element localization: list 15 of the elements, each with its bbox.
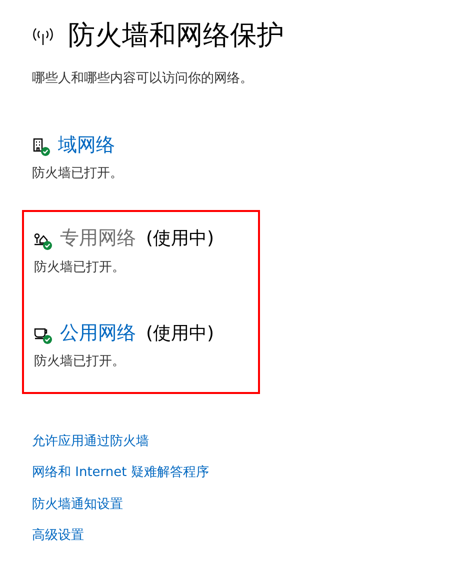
wifi-signal-icon — [32, 27, 54, 46]
settings-link[interactable]: 高级设置 — [32, 526, 458, 546]
network-link[interactable]: 公用网络 — [60, 318, 136, 348]
settings-link[interactable]: 网络和 Internet 疑难解答程序 — [32, 463, 458, 482]
page-subtitle: 哪些人和哪些内容可以访问你的网络。 — [32, 70, 254, 88]
settings-link[interactable]: 防火墙通知设置 — [32, 494, 458, 514]
page-title: 防火墙和网络保护 — [68, 19, 284, 53]
firewall-status: 防火墙已打开。 — [34, 258, 126, 276]
in-use-label: (使用中) — [146, 227, 214, 251]
in-use-label: (使用中) — [146, 322, 214, 346]
firewall-status: 防火墙已打开。 — [32, 165, 124, 183]
network-link[interactable]: 域网络 — [58, 130, 115, 160]
network-link[interactable]: 专用网络 — [60, 224, 136, 253]
settings-link[interactable]: 允许应用通过防火墙 — [32, 432, 458, 451]
firewall-status: 防火墙已打开。 — [34, 353, 126, 371]
